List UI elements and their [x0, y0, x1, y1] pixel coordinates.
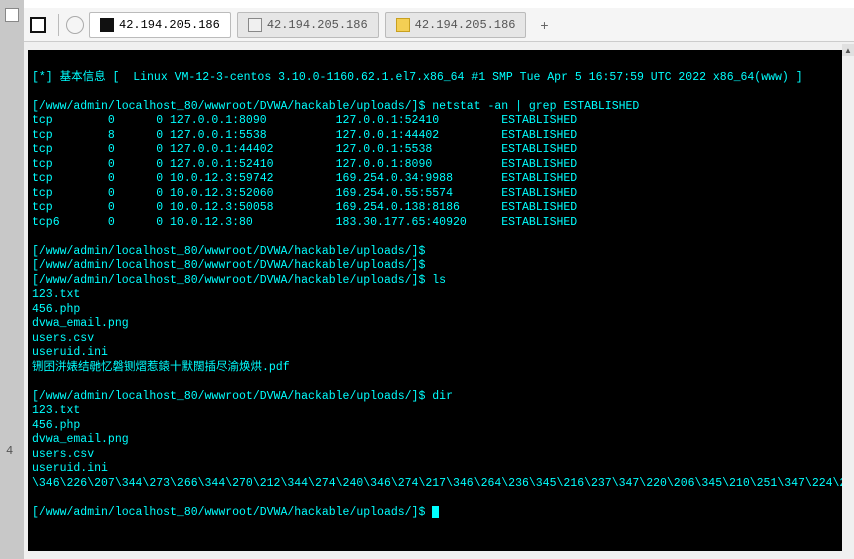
tab-file[interactable]: 42.194.205.186 [237, 12, 379, 38]
tab-label: 42.194.205.186 [415, 18, 516, 32]
grip-icon [5, 8, 19, 22]
window-icon[interactable] [28, 15, 48, 35]
window-scrollbar[interactable]: ▲ [842, 44, 854, 559]
terminal-wrap: [*] 基本信息 [ Linux VM-12-3-centos 3.10.0-1… [24, 42, 854, 559]
tab-label: 42.194.205.186 [267, 18, 368, 32]
gutter-number: 4 [6, 444, 13, 458]
tab-terminal[interactable]: 42.194.205.186 [89, 12, 231, 38]
toolbar: 42.194.205.186 42.194.205.186 42.194.205… [24, 8, 854, 42]
divider [58, 14, 59, 36]
top-white-strip [24, 0, 854, 8]
refresh-icon[interactable] [65, 15, 85, 35]
folder-icon [396, 18, 410, 32]
tab-add-button[interactable]: + [536, 17, 552, 33]
file-icon [248, 18, 262, 32]
content-area: [*] 基本信息 [ Linux VM-12-3-centos 3.10.0-1… [24, 42, 854, 559]
terminal-output: [*] 基本信息 [ Linux VM-12-3-centos 3.10.0-1… [28, 50, 854, 520]
tab-folder[interactable]: 42.194.205.186 [385, 12, 527, 38]
terminal[interactable]: [*] 基本信息 [ Linux VM-12-3-centos 3.10.0-1… [28, 50, 854, 551]
terminal-icon [100, 18, 114, 32]
scroll-up-button[interactable]: ▲ [842, 44, 854, 56]
tab-label: 42.194.205.186 [119, 18, 220, 32]
left-gutter [0, 0, 24, 559]
